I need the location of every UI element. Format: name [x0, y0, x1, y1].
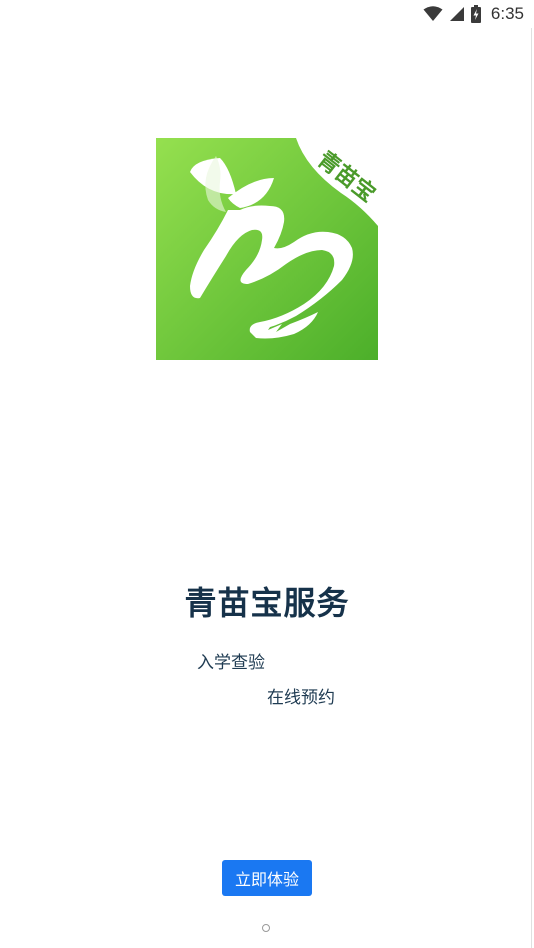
feature-text-enrollment-check: 入学查验: [197, 653, 265, 673]
try-now-button[interactable]: 立即体验: [222, 860, 312, 896]
status-time: 6:35: [490, 4, 524, 23]
page-indicator-dot: [262, 924, 270, 932]
feature-text-online-booking: 在线预约: [267, 688, 335, 708]
battery-charging-icon: [470, 5, 481, 23]
status-bar: 6:35: [0, 0, 534, 28]
cellular-signal-icon: [449, 6, 465, 22]
wifi-icon: [423, 6, 443, 22]
page-title: 青苗宝服务: [184, 584, 350, 622]
edge-divider: [531, 28, 532, 948]
status-icons: 6:35: [423, 2, 524, 26]
app-logo: 青苗宝: [156, 138, 378, 360]
